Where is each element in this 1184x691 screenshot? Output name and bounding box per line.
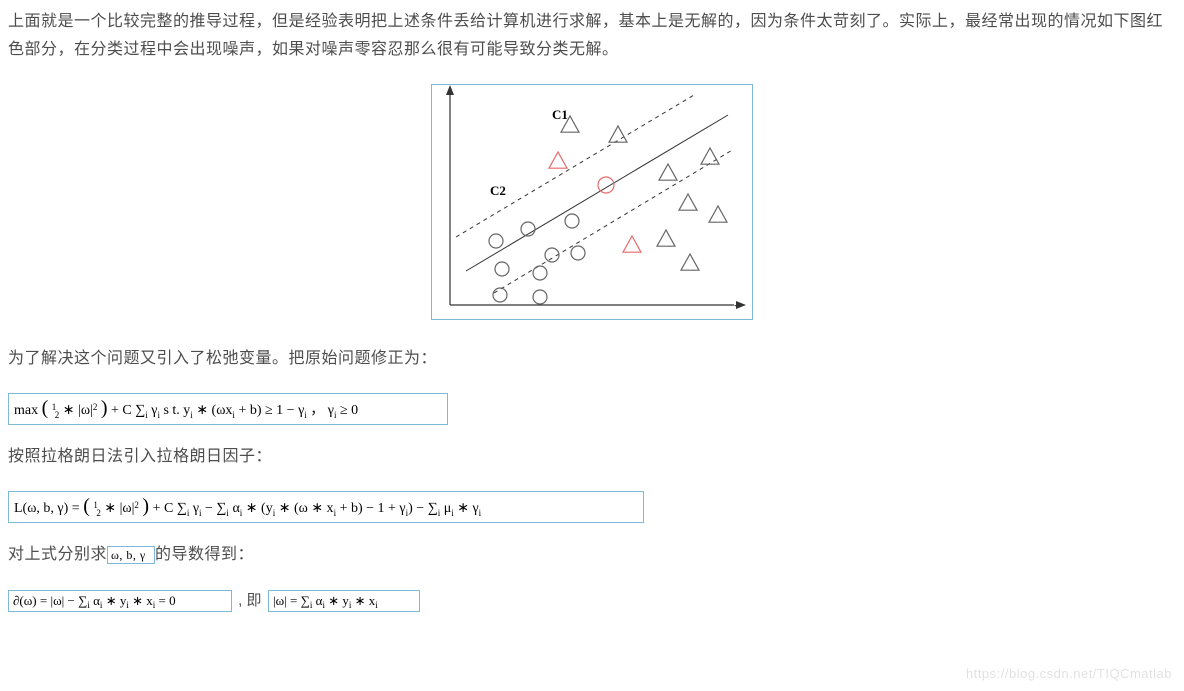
svg-text:C1: C1 <box>552 107 568 122</box>
equation-lagrangian: L(ω, b, γ) = ( 1 2 ∗ |ω|2 ) + C ∑i γi − … <box>8 491 1176 523</box>
paragraph-lagrange-intro: 按照拉格朗日法引入拉格朗日因子： <box>8 443 1176 471</box>
figure-container: C1 C2 <box>8 84 1176 325</box>
equation-slack-objective: max ( 1 2 ∗ |ω|2 ) + C ∑i γi s t. yi ∗ (… <box>8 393 1176 425</box>
paragraph-intro: 上面就是一个比较完整的推导过程，但是经验表明把上述条件丢给计算机进行求解，基本上… <box>8 8 1176 64</box>
equation-separator: , 即 <box>238 592 261 609</box>
svg-text:C2: C2 <box>490 183 506 198</box>
para4-suffix: 的导数得到： <box>155 546 254 563</box>
para4-prefix: 对上式分别求 <box>8 546 107 563</box>
paragraph-slack-intro: 为了解决这个问题又引入了松弛变量。把原始问题修正为： <box>8 345 1176 373</box>
formula-image-4a: ∂(ω) = |ω| − ∑i αi ∗ yi ∗ xi = 0 <box>9 591 231 611</box>
formula-image-2: L(ω, b, γ) = ( 1 2 ∗ |ω|2 ) + C ∑i γi − … <box>9 492 643 522</box>
formula-image-vars: ω, b, γ <box>108 547 154 563</box>
watermark: https://blog.csdn.net/TIQCmatlab <box>966 666 1172 681</box>
paragraph-derivative-intro: 对上式分别求 ω, b, γ 的导数得到： <box>8 541 1176 569</box>
formula-image-1: max ( 1 2 ∗ |ω|2 ) + C ∑i γi s t. yi ∗ (… <box>9 394 447 424</box>
svm-scatter-figure: C1 C2 <box>431 84 753 320</box>
svg-text:ω, b, γ: ω, b, γ <box>111 548 146 562</box>
equation-derivative-omega: ∂(ω) = |ω| − ∑i αi ∗ yi ∗ xi = 0 , 即 |ω|… <box>8 589 1176 612</box>
formula-image-4b: |ω| = ∑i αi ∗ yi ∗ xi <box>269 591 419 611</box>
